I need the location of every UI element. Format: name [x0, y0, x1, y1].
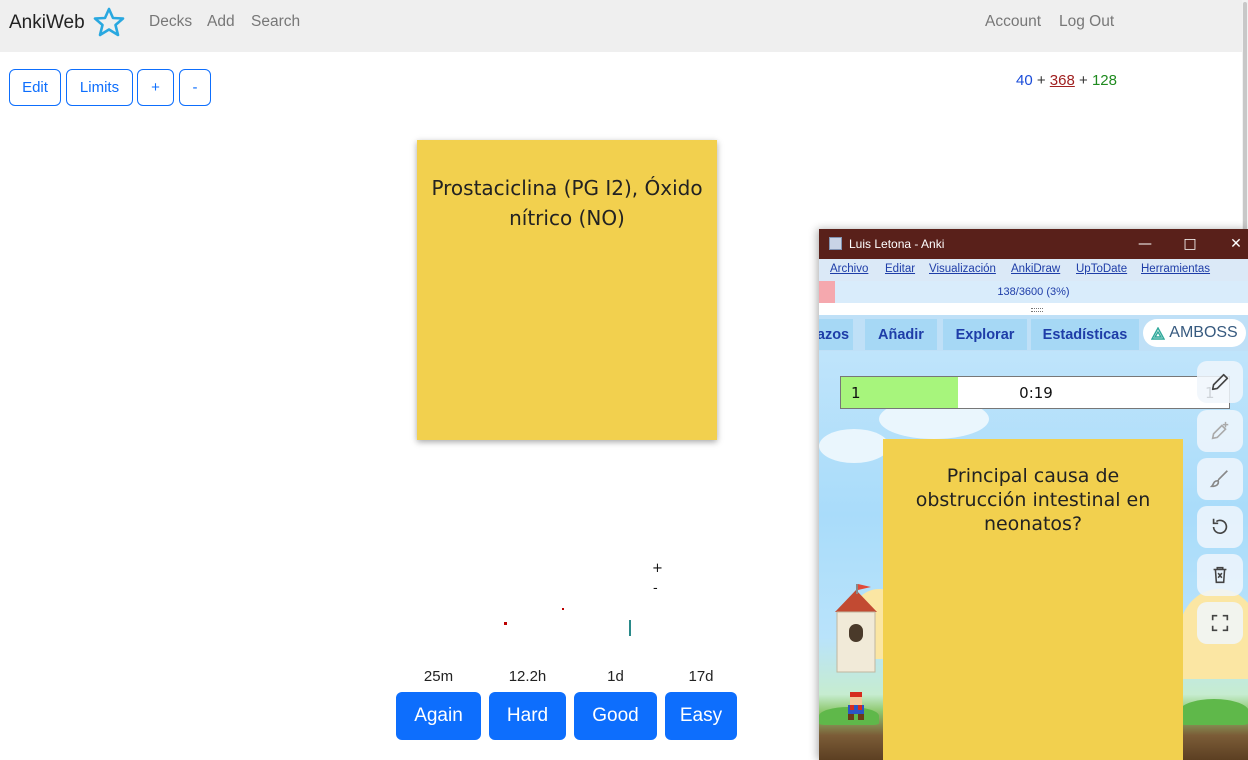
edit-button[interactable]: Edit: [9, 69, 61, 106]
amboss-label: AMBOSS: [1169, 324, 1238, 341]
progress-text: 138/3600 (3%): [997, 286, 1070, 298]
zoom-in-button[interactable]: +: [137, 69, 174, 106]
review-count: 128: [1091, 72, 1117, 89]
limits-button[interactable]: Limits: [66, 69, 133, 106]
minimize-icon[interactable]: —: [1135, 234, 1155, 254]
interval-easy: 17d: [688, 668, 714, 685]
flashcard: Prostaciclina (PG I2), Óxido nítrico (NO…: [417, 140, 717, 440]
mario-character-icon: [848, 692, 864, 720]
page-scroll-thumb[interactable]: [1243, 2, 1247, 232]
drawing-line: [629, 620, 631, 636]
nav-search-link[interactable]: Search: [251, 13, 300, 31]
fullscreen-icon[interactable]: [1197, 602, 1243, 644]
scale-plus[interactable]: +: [652, 561, 663, 576]
menu-herramientas[interactable]: Herramientas: [1141, 263, 1210, 275]
cloud-shape: [819, 429, 889, 463]
good-button[interactable]: Good: [574, 692, 657, 740]
anki-desktop-window: Luis Letona - Anki — □ ✕ Archivo Editar …: [819, 229, 1248, 760]
timer-time: 0:19: [1019, 384, 1053, 402]
castle-icon: [835, 584, 877, 673]
interval-again: 25m: [423, 668, 454, 685]
pencil-plus-icon[interactable]: [1197, 410, 1243, 452]
trash-icon[interactable]: [1197, 554, 1243, 596]
undo-icon[interactable]: [1197, 506, 1243, 548]
anki-flashcard: Principal causa de obstrucción intestina…: [883, 439, 1183, 760]
star-logo-icon: [93, 7, 125, 37]
menu-ankidraw[interactable]: AnkiDraw: [1011, 263, 1060, 275]
new-count: 40: [1016, 72, 1033, 89]
menu-bar: Archivo Editar Visualización AnkiDraw Up…: [819, 259, 1248, 281]
bush-shape: [1179, 699, 1248, 725]
menu-archivo[interactable]: Archivo: [830, 263, 868, 275]
anki-app-icon: [829, 237, 842, 250]
maximize-icon[interactable]: □: [1180, 234, 1200, 254]
review-progress-bar: 138/3600 (3%): [819, 281, 1248, 303]
learning-count: 368: [1049, 72, 1075, 89]
easy-button[interactable]: Easy: [665, 692, 737, 740]
hard-button[interactable]: Hard: [489, 692, 566, 740]
tab-explorar[interactable]: Explorar: [943, 319, 1027, 350]
nav-add-link[interactable]: Add: [207, 13, 235, 31]
zoom-out-button[interactable]: -: [179, 69, 211, 106]
scale-minus[interactable]: -: [653, 581, 658, 596]
amboss-logo-icon: [1151, 326, 1166, 340]
drawing-dot: [562, 608, 564, 610]
close-icon[interactable]: ✕: [1226, 234, 1246, 254]
brand-name[interactable]: AnkiWeb: [9, 12, 85, 34]
count-separator: +: [1036, 72, 1046, 89]
study-timer-bar: 1 0:19 1: [840, 376, 1230, 409]
pencil-icon[interactable]: [1197, 361, 1243, 403]
menu-visualizacion[interactable]: Visualización: [929, 263, 996, 275]
interval-hard: 12.2h: [508, 668, 547, 685]
brush-icon[interactable]: [1197, 458, 1243, 500]
amboss-button[interactable]: AMBOSS: [1143, 319, 1246, 347]
nav-decks-link[interactable]: Decks: [149, 13, 192, 31]
menu-editar[interactable]: Editar: [885, 263, 915, 275]
again-button[interactable]: Again: [396, 692, 481, 740]
top-navbar: AnkiWeb Decks Add Search Account Log Out: [0, 0, 1242, 52]
window-title-bar[interactable]: Luis Letona - Anki — □ ✕: [819, 229, 1248, 259]
card-front-text: Prostaciclina (PG I2), Óxido nítrico (NO…: [431, 176, 703, 230]
interval-good: 1d: [607, 668, 624, 685]
anki-card-front-text: Principal causa de obstrucción intestina…: [915, 465, 1151, 535]
window-title: Luis Letona - Anki: [849, 237, 945, 251]
tab-anadir[interactable]: Añadir: [865, 319, 937, 350]
nav-logout-link[interactable]: Log Out: [1059, 13, 1114, 31]
tab-estadisticas[interactable]: Estadísticas: [1031, 319, 1139, 350]
menu-uptodate[interactable]: UpToDate: [1076, 263, 1127, 275]
splitter-grip[interactable]: [1031, 308, 1043, 312]
count-separator: +: [1079, 72, 1088, 89]
drawing-dot: [504, 622, 507, 625]
nav-account-link[interactable]: Account: [985, 13, 1041, 31]
due-counts: 40 + 368 + 128: [1016, 72, 1117, 89]
tab-mazos[interactable]: azos: [819, 319, 853, 350]
